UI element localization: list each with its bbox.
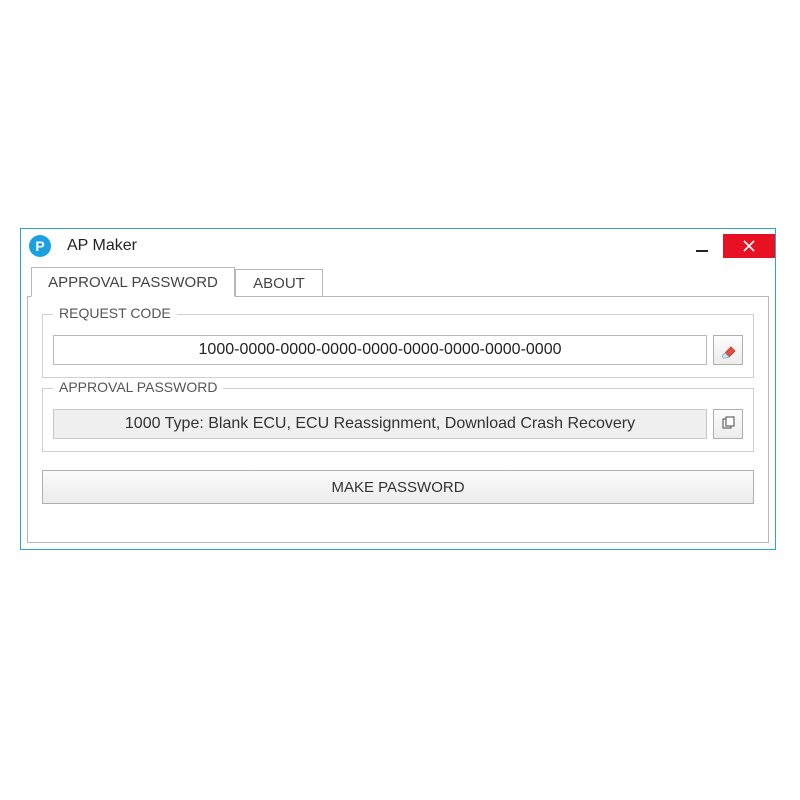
tab-page-approval: REQUEST CODE APPROVAL PASSWORD 1000 Type… [27,296,769,543]
client-area: APPROVAL PASSWORD ABOUT REQUEST CODE [27,265,769,543]
make-password-button[interactable]: MAKE PASSWORD [42,470,754,504]
title-bar: P AP Maker [21,229,775,263]
copy-button[interactable] [713,409,743,439]
group-legend: REQUEST CODE [53,305,177,321]
make-password-label: MAKE PASSWORD [331,479,464,496]
minimize-icon [696,250,708,252]
tab-label: APPROVAL PASSWORD [48,274,218,291]
request-code-input[interactable] [53,335,707,365]
app-window: P AP Maker APPROVAL PASSWORD ABOUT [20,228,776,550]
group-approval-password: APPROVAL PASSWORD 1000 Type: Blank ECU, … [42,388,754,452]
close-icon [742,239,756,253]
group-legend: APPROVAL PASSWORD [53,379,223,395]
tab-label: ABOUT [253,275,305,292]
window-title: AP Maker [67,237,137,255]
tab-strip: APPROVAL PASSWORD ABOUT [27,265,769,297]
app-icon-letter: P [35,238,44,254]
approval-password-row: 1000 Type: Blank ECU, ECU Reassignment, … [53,409,743,439]
copy-icon [720,416,736,432]
minimize-button[interactable] [681,234,723,258]
request-code-row [53,335,743,365]
group-request-code: REQUEST CODE [42,314,754,378]
clear-button[interactable] [713,335,743,365]
eraser-icon [719,341,737,359]
tab-approval-password[interactable]: APPROVAL PASSWORD [31,267,235,297]
tab-about[interactable]: ABOUT [235,269,323,297]
close-button[interactable] [723,234,775,258]
app-icon: P [29,235,51,257]
approval-password-output: 1000 Type: Blank ECU, ECU Reassignment, … [53,409,707,439]
